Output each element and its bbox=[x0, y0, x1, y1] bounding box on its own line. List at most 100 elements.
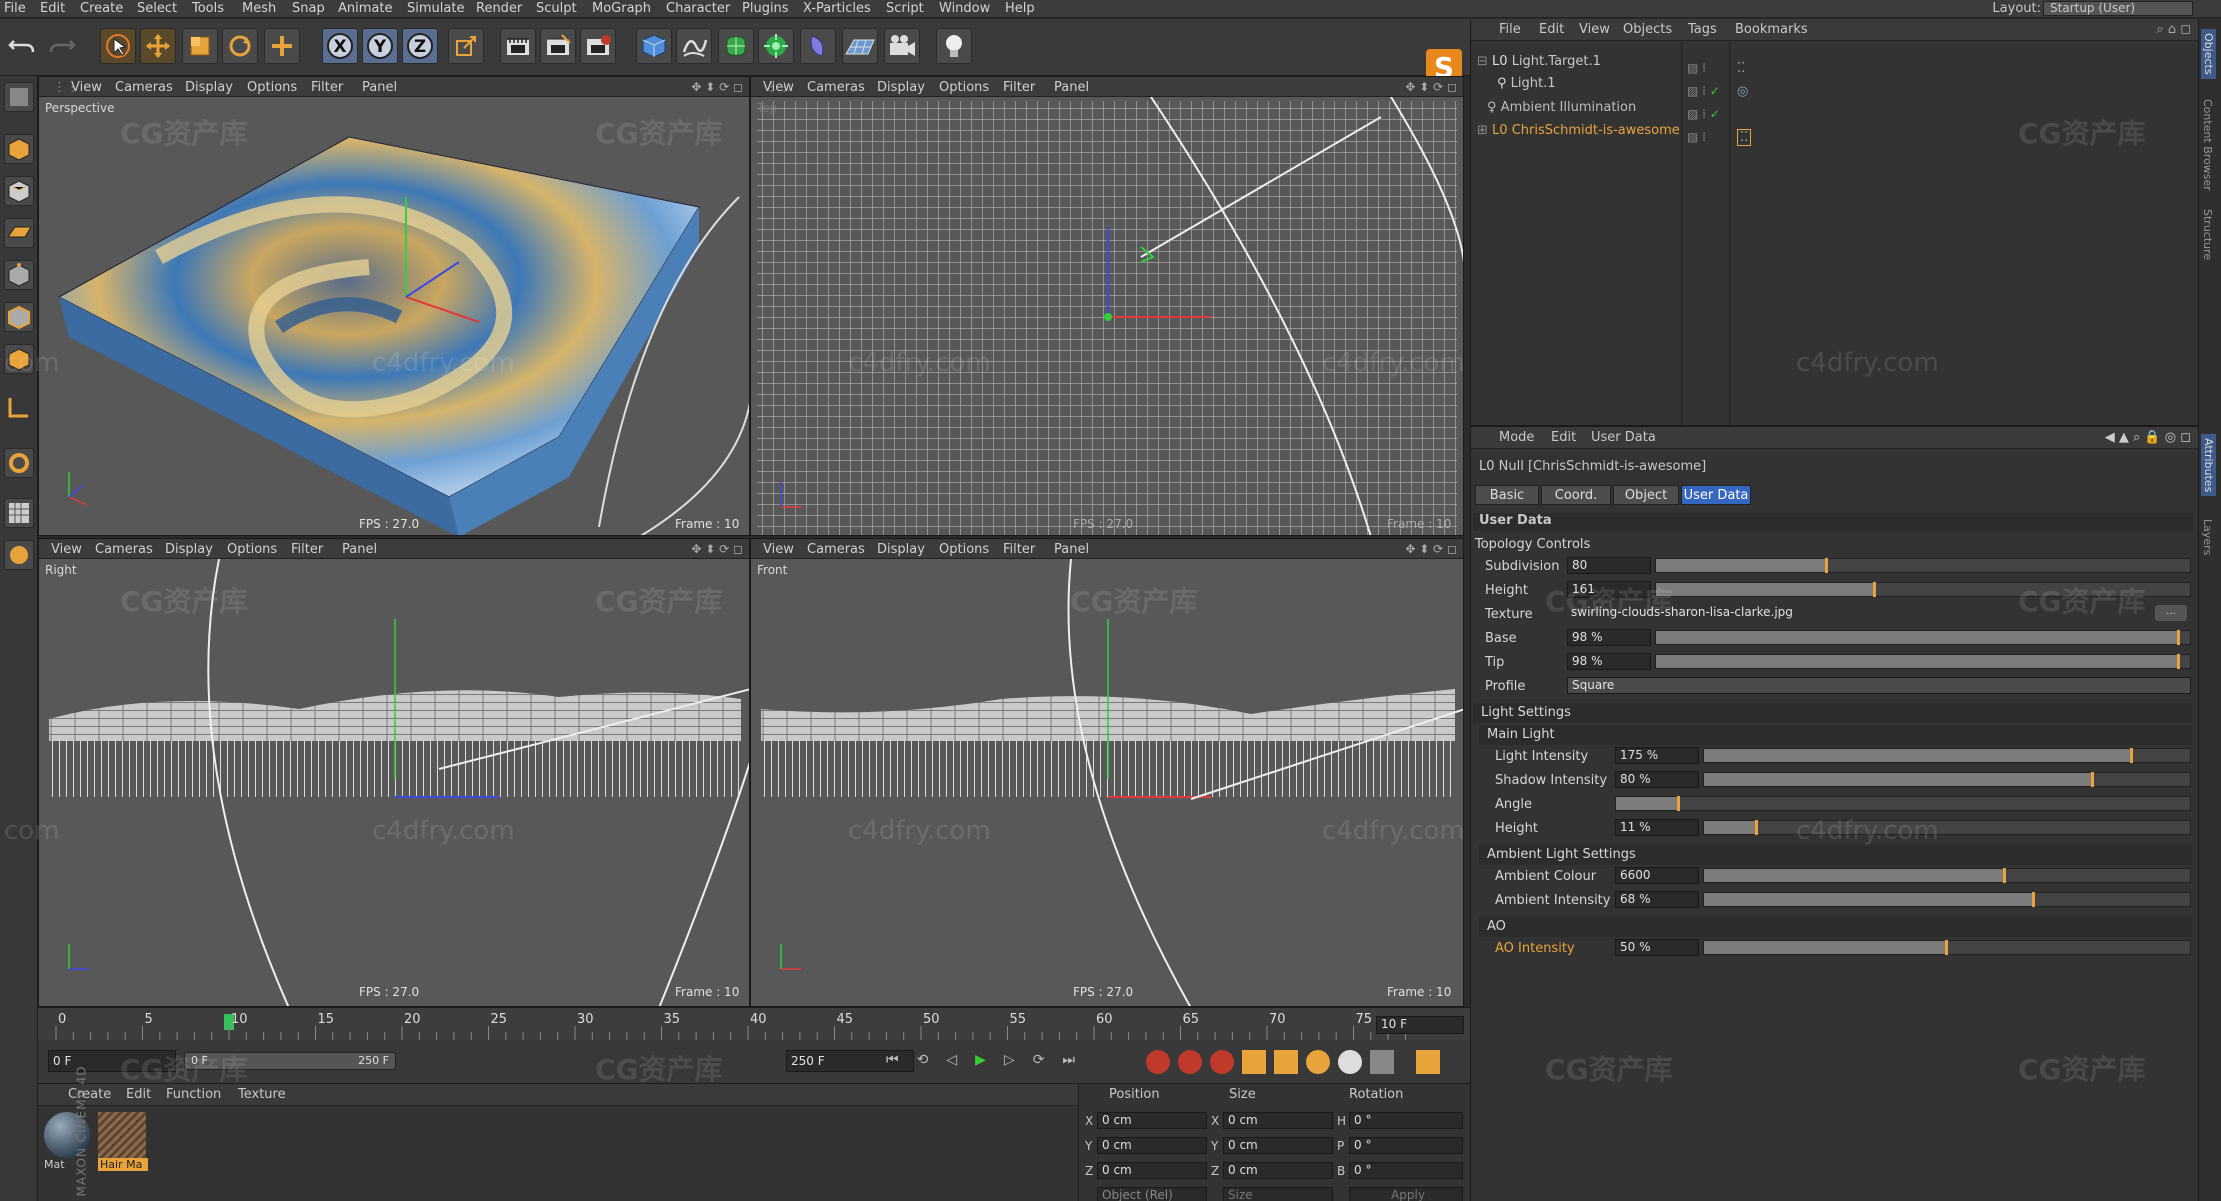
subdivision-slider[interactable] bbox=[1655, 558, 2191, 573]
render-settings-icon[interactable] bbox=[580, 28, 616, 64]
model-mode-icon[interactable] bbox=[4, 134, 34, 164]
ao-intensity-field[interactable]: 50 % bbox=[1615, 939, 1699, 956]
light-intensity-field[interactable]: 175 % bbox=[1615, 747, 1699, 764]
light-icon[interactable] bbox=[936, 28, 972, 64]
vp-menu-panel[interactable]: Panel bbox=[1054, 80, 1089, 95]
om-menu-tags[interactable]: Tags bbox=[1688, 22, 1717, 37]
tab-coord[interactable]: Coord. bbox=[1541, 485, 1611, 505]
tweak-mode-icon[interactable] bbox=[4, 448, 34, 478]
om-menu-edit[interactable]: Edit bbox=[1539, 22, 1564, 37]
vp-menu-options[interactable]: Options bbox=[939, 80, 989, 95]
goto-end-icon[interactable]: ⏭ bbox=[1062, 1052, 1093, 1068]
viewport-nav-icons[interactable]: ✥ ⬍ ⟳ ◻ bbox=[1405, 80, 1457, 94]
vp-menu-options[interactable]: Options bbox=[939, 542, 989, 557]
cloner-icon[interactable] bbox=[758, 28, 794, 64]
viewport-top[interactable]: ⋮⋮ View Cameras Display Options Filter P… bbox=[750, 76, 1464, 536]
scale-icon[interactable] bbox=[182, 28, 218, 64]
menu-edit[interactable]: Edit bbox=[40, 1, 65, 16]
workplane-mode-icon[interactable] bbox=[4, 218, 34, 248]
coord-size-z[interactable]: 0 cm bbox=[1223, 1162, 1333, 1179]
menu-render[interactable]: Render bbox=[476, 1, 522, 16]
camera-icon[interactable] bbox=[884, 28, 920, 64]
texture-browse-button[interactable]: … bbox=[2155, 605, 2187, 621]
vp-menu-options[interactable]: Options bbox=[247, 80, 297, 95]
menu-mesh[interactable]: Mesh bbox=[242, 1, 276, 16]
ao-intensity-slider[interactable] bbox=[1703, 940, 2191, 955]
viewport-nav-icons[interactable]: ✥ ⬍ ⟳ ◻ bbox=[1405, 542, 1457, 556]
render-picture-viewer-icon[interactable] bbox=[540, 28, 576, 64]
menu-snap[interactable]: Snap bbox=[292, 1, 325, 16]
coord-pos-x[interactable]: 0 cm bbox=[1097, 1112, 1207, 1129]
height-field[interactable]: 161 bbox=[1567, 581, 1651, 598]
om-menu-objects[interactable]: Objects bbox=[1623, 22, 1672, 37]
floor-icon[interactable] bbox=[842, 28, 878, 64]
prev-frame-icon[interactable]: ◁ bbox=[946, 1052, 975, 1068]
shadow-intensity-slider[interactable] bbox=[1703, 772, 2191, 787]
current-frame-field[interactable]: 10 F bbox=[1376, 1016, 1464, 1034]
expand-icon[interactable]: ⊞ bbox=[1477, 123, 1488, 138]
object-row-ambient[interactable]: ♀ Ambient Illumination bbox=[1487, 100, 1636, 122]
tab-user-data[interactable]: User Data bbox=[1681, 485, 1751, 505]
position-key-icon[interactable] bbox=[1242, 1050, 1266, 1074]
vp-menu-display[interactable]: Display bbox=[877, 542, 925, 557]
am-menu-user-data[interactable]: User Data bbox=[1591, 430, 1656, 445]
subdivision-surface-icon[interactable] bbox=[718, 28, 754, 64]
vp-menu-view[interactable]: View bbox=[71, 80, 102, 95]
vp-menu-cameras[interactable]: Cameras bbox=[115, 80, 173, 95]
menu-create[interactable]: Create bbox=[80, 1, 123, 16]
menu-file[interactable]: File bbox=[4, 1, 26, 16]
am-menu-edit[interactable]: Edit bbox=[1551, 430, 1576, 445]
am-menu-mode[interactable]: Mode bbox=[1499, 430, 1534, 445]
coord-pos-z[interactable]: 0 cm bbox=[1097, 1162, 1207, 1179]
render-view-icon[interactable] bbox=[500, 28, 536, 64]
autokey-icon[interactable] bbox=[1178, 1050, 1202, 1074]
menu-simulate[interactable]: Simulate bbox=[407, 1, 464, 16]
soft-selection-icon[interactable] bbox=[4, 540, 34, 570]
redo-icon[interactable] bbox=[44, 28, 80, 64]
menu-plugins[interactable]: Plugins bbox=[742, 1, 789, 16]
mat-menu-texture[interactable]: Texture bbox=[238, 1087, 286, 1102]
vp-menu-panel[interactable]: Panel bbox=[1054, 542, 1089, 557]
coord-apply-button[interactable]: Apply bbox=[1349, 1187, 1463, 1201]
vp-menu-options[interactable]: Options bbox=[227, 542, 277, 557]
viewport-right[interactable]: View Cameras Display Options Filter Pane… bbox=[38, 538, 750, 1007]
object-row-light[interactable]: ⚲ Light.1 bbox=[1497, 76, 1556, 98]
side-tab-objects[interactable]: Objects bbox=[2201, 29, 2216, 79]
ambient-colour-slider[interactable] bbox=[1703, 868, 2191, 883]
menu-sculpt[interactable]: Sculpt bbox=[536, 1, 577, 16]
vp-menu-display[interactable]: Display bbox=[877, 80, 925, 95]
tip-field[interactable]: 98 % bbox=[1567, 653, 1651, 670]
coord-size-mode-select[interactable]: Size bbox=[1223, 1187, 1333, 1201]
z-axis-lock-icon[interactable]: Z bbox=[402, 28, 438, 64]
snapping-icon[interactable] bbox=[4, 498, 34, 528]
subdivision-field[interactable]: 80 bbox=[1567, 557, 1651, 574]
add-icon[interactable] bbox=[264, 28, 300, 64]
light-settings-group[interactable]: Light Settings bbox=[1473, 703, 2192, 723]
shadow-intensity-field[interactable]: 80 % bbox=[1615, 771, 1699, 788]
ambient-intensity-field[interactable]: 68 % bbox=[1615, 891, 1699, 908]
om-menu-view[interactable]: View bbox=[1579, 22, 1610, 37]
menu-help[interactable]: Help bbox=[1005, 1, 1035, 16]
vp-menu-display[interactable]: Display bbox=[165, 542, 213, 557]
y-axis-lock-icon[interactable]: Y bbox=[362, 28, 398, 64]
vp-menu-cameras[interactable]: Cameras bbox=[95, 542, 153, 557]
coord-mode-select[interactable]: Object (Rel) bbox=[1097, 1187, 1207, 1201]
vp-menu-view[interactable]: View bbox=[763, 542, 794, 557]
vp-menu-panel[interactable]: Panel bbox=[362, 80, 397, 95]
coord-rot-p[interactable]: 0 ° bbox=[1349, 1137, 1463, 1154]
light-height-field[interactable]: 11 % bbox=[1615, 819, 1699, 836]
scale-key-icon[interactable] bbox=[1274, 1050, 1298, 1074]
cube-icon[interactable] bbox=[636, 28, 672, 64]
layout-select[interactable]: Startup (User) bbox=[2043, 1, 2193, 16]
play-icon[interactable]: ▶ bbox=[975, 1052, 1004, 1068]
timeline-window-icon[interactable] bbox=[1416, 1050, 1440, 1074]
vp-menu-cameras[interactable]: Cameras bbox=[807, 80, 865, 95]
ambient-intensity-slider[interactable] bbox=[1703, 892, 2191, 907]
vp-menu-filter[interactable]: Filter bbox=[311, 80, 343, 95]
make-editable-icon[interactable] bbox=[4, 82, 34, 112]
move-icon[interactable] bbox=[140, 28, 176, 64]
rotate-icon[interactable] bbox=[222, 28, 258, 64]
om-menu-file[interactable]: File bbox=[1499, 22, 1521, 37]
coord-size-x[interactable]: 0 cm bbox=[1223, 1112, 1333, 1129]
base-field[interactable]: 98 % bbox=[1567, 629, 1651, 646]
